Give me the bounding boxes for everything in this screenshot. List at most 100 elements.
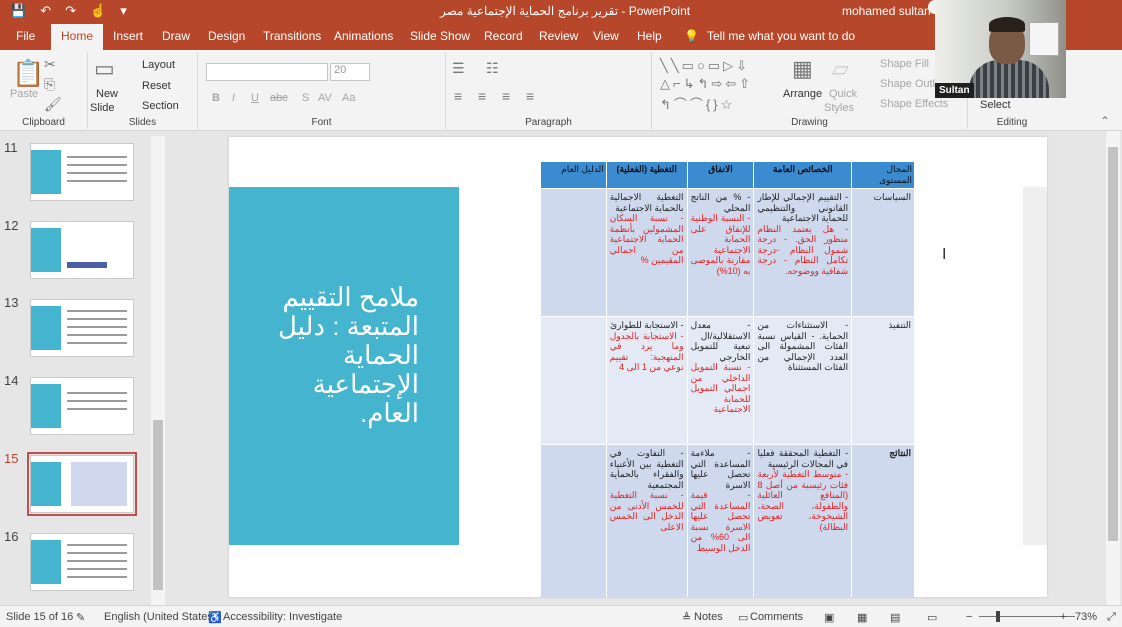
undo-icon[interactable]: ↶ bbox=[40, 3, 51, 19]
slide-thumbnail-14[interactable] bbox=[30, 377, 134, 435]
zoom-in-icon[interactable]: + bbox=[1060, 611, 1066, 623]
tab-review[interactable]: Review bbox=[539, 29, 578, 43]
slide-thumbnail-12[interactable] bbox=[30, 221, 134, 279]
new-slide-icon[interactable]: ▭ bbox=[94, 56, 115, 82]
select-button[interactable]: Select bbox=[980, 99, 1011, 111]
cell-text: - ملاءمة المساعدة التي تحصل عليها الاسرة bbox=[690, 448, 751, 490]
slide-number: 11 bbox=[4, 140, 18, 155]
comments-button[interactable]: Comments bbox=[750, 611, 803, 623]
copy-icon[interactable]: ⎘ bbox=[44, 76, 55, 93]
shapes-gallery-icon[interactable]: ╲╲▭○▭▷⇩ bbox=[660, 58, 750, 74]
tab-help[interactable]: Help bbox=[637, 29, 662, 43]
person-hair bbox=[989, 17, 1025, 32]
evaluation-table[interactable]: المجال المستوى الخصائص العامة الانفاق ال… bbox=[540, 161, 915, 597]
new-slide-button[interactable]: New bbox=[96, 88, 118, 100]
slide-sorter-icon[interactable]: ▦ bbox=[857, 611, 867, 624]
normal-view-icon[interactable]: ▣ bbox=[824, 611, 834, 624]
tab-draw[interactable]: Draw bbox=[162, 29, 190, 43]
underline-button[interactable]: U bbox=[251, 92, 259, 104]
shapes-gallery-row2-icon[interactable]: △⌐↳↰⇨⇦⇧ bbox=[660, 76, 753, 92]
user-name[interactable]: mohamed sultan bbox=[842, 4, 931, 18]
paragraph-group: ☰ ☷ ≡ ≡ ≡ ≡ Paragraph bbox=[446, 52, 652, 129]
change-case-button[interactable]: Aa bbox=[342, 92, 355, 104]
slide-scrollbar[interactable] bbox=[1106, 131, 1120, 605]
slide-thumbnail-15[interactable] bbox=[30, 455, 134, 513]
slide-thumbnail-13[interactable] bbox=[30, 299, 134, 357]
row-label: النتائج bbox=[851, 444, 915, 597]
table-header: الانفاق bbox=[686, 161, 755, 189]
quick-styles-icon[interactable]: ▱ bbox=[832, 56, 849, 82]
slide-thumbnail-11[interactable] bbox=[30, 143, 134, 201]
font-name-combo[interactable] bbox=[206, 63, 328, 81]
current-slide[interactable]: ملامح التقييم المتبعة : دليل الحماية الإ… bbox=[229, 137, 1047, 597]
customize-qat-icon[interactable]: ▾ bbox=[120, 3, 127, 19]
strikethrough-button[interactable]: abc bbox=[270, 92, 288, 104]
zoom-out-icon[interactable]: − bbox=[966, 611, 972, 623]
cell-indicator: - نسبة السكان المشمولين بأنظمة الحماية ا… bbox=[609, 213, 684, 265]
paste-button[interactable]: Paste bbox=[10, 88, 38, 100]
align-right-icon[interactable]: ≡ bbox=[502, 88, 510, 104]
tell-me-search[interactable]: Tell me what you want to do bbox=[707, 29, 855, 43]
slide-scroll-thumb[interactable] bbox=[1108, 147, 1118, 541]
font-size-combo[interactable]: 20 bbox=[330, 63, 370, 81]
accessibility-status[interactable]: Accessibility: Investigate bbox=[223, 611, 342, 623]
cut-icon[interactable]: ✂ bbox=[44, 56, 56, 73]
tab-record[interactable]: Record bbox=[484, 29, 523, 43]
quick-styles-button[interactable]: Quick bbox=[829, 88, 857, 100]
zoom-slider-handle[interactable] bbox=[996, 611, 1000, 622]
text-cursor-icon: Ι bbox=[942, 246, 947, 263]
accessibility-icon[interactable]: ♿ bbox=[208, 611, 222, 624]
fit-to-window-icon[interactable]: ⤢ bbox=[1107, 611, 1116, 624]
bold-button[interactable]: B bbox=[212, 92, 220, 104]
tab-slide-show[interactable]: Slide Show bbox=[410, 29, 470, 43]
reading-view-icon[interactable]: ▤ bbox=[890, 611, 900, 624]
new-slide-label[interactable]: Slide bbox=[90, 102, 114, 114]
paste-icon[interactable]: 📋 bbox=[12, 58, 44, 89]
layout-button[interactable]: Layout bbox=[142, 59, 175, 71]
numbering-icon[interactable]: ☷ bbox=[486, 60, 499, 77]
language-status[interactable]: English (United States) bbox=[104, 611, 217, 623]
format-painter-icon[interactable]: 🖌 bbox=[44, 96, 62, 113]
zoom-level[interactable]: 73% bbox=[1075, 611, 1097, 623]
section-button[interactable]: Section bbox=[142, 100, 179, 112]
thumbnail-scroll-thumb[interactable] bbox=[153, 420, 163, 590]
shape-effects-button[interactable]: Shape Effects bbox=[880, 98, 948, 110]
quick-styles-label[interactable]: Styles bbox=[824, 102, 854, 114]
tab-design[interactable]: Design bbox=[208, 29, 245, 43]
comments-icon[interactable]: ▭ bbox=[738, 611, 748, 624]
tab-animations[interactable]: Animations bbox=[334, 29, 393, 43]
notes-button[interactable]: Notes bbox=[694, 611, 723, 623]
slide-thumbnail-16[interactable] bbox=[30, 533, 134, 591]
collapse-ribbon-icon[interactable]: ⌃ bbox=[1100, 114, 1110, 128]
redo-icon[interactable]: ↷ bbox=[65, 3, 76, 19]
bullets-icon[interactable]: ☰ bbox=[452, 60, 465, 77]
tab-file[interactable]: File bbox=[16, 29, 35, 43]
align-left-icon[interactable]: ≡ bbox=[454, 88, 462, 104]
justify-icon[interactable]: ≡ bbox=[526, 88, 534, 104]
shape-fill-button[interactable]: Shape Fill bbox=[880, 58, 929, 70]
notes-icon[interactable]: ≜ bbox=[682, 611, 691, 624]
italic-button[interactable]: I bbox=[232, 92, 235, 104]
slideshow-icon[interactable]: ▭ bbox=[927, 611, 937, 624]
tab-insert[interactable]: Insert bbox=[113, 29, 143, 43]
save-icon[interactable]: 💾 bbox=[10, 3, 26, 19]
tab-home[interactable]: Home bbox=[51, 24, 104, 50]
align-center-icon[interactable]: ≡ bbox=[478, 88, 486, 104]
reset-button[interactable]: Reset bbox=[142, 80, 171, 92]
slide-number: 12 bbox=[4, 218, 19, 233]
tab-transitions[interactable]: Transitions bbox=[263, 29, 321, 43]
cell-text: - التفاوت في التغطية بين الأغنياء والفقر… bbox=[609, 448, 684, 490]
slide-title-box[interactable]: ملامح التقييم المتبعة : دليل الحماية الإ… bbox=[229, 187, 459, 545]
shadow-button[interactable]: S bbox=[302, 92, 309, 104]
drawing-group-label: Drawing bbox=[791, 117, 828, 128]
arrange-icon[interactable]: ▦ bbox=[792, 56, 813, 82]
thumbnail-scrollbar[interactable] bbox=[151, 136, 165, 606]
table-cell: - % من الناتج المحلي - النسبة الوطنية للإ… bbox=[686, 188, 755, 317]
spelling-icon[interactable]: ✎ bbox=[76, 611, 85, 624]
touch-mode-icon[interactable]: ☝ bbox=[90, 3, 106, 19]
char-spacing-button[interactable]: AV bbox=[318, 92, 332, 104]
shapes-gallery-row3-icon[interactable]: ↰⌒⌒{}☆ bbox=[660, 94, 735, 113]
arrange-button[interactable]: Arrange bbox=[783, 88, 822, 100]
tab-view[interactable]: View bbox=[593, 29, 619, 43]
slide-number-active: 15 bbox=[4, 451, 19, 466]
